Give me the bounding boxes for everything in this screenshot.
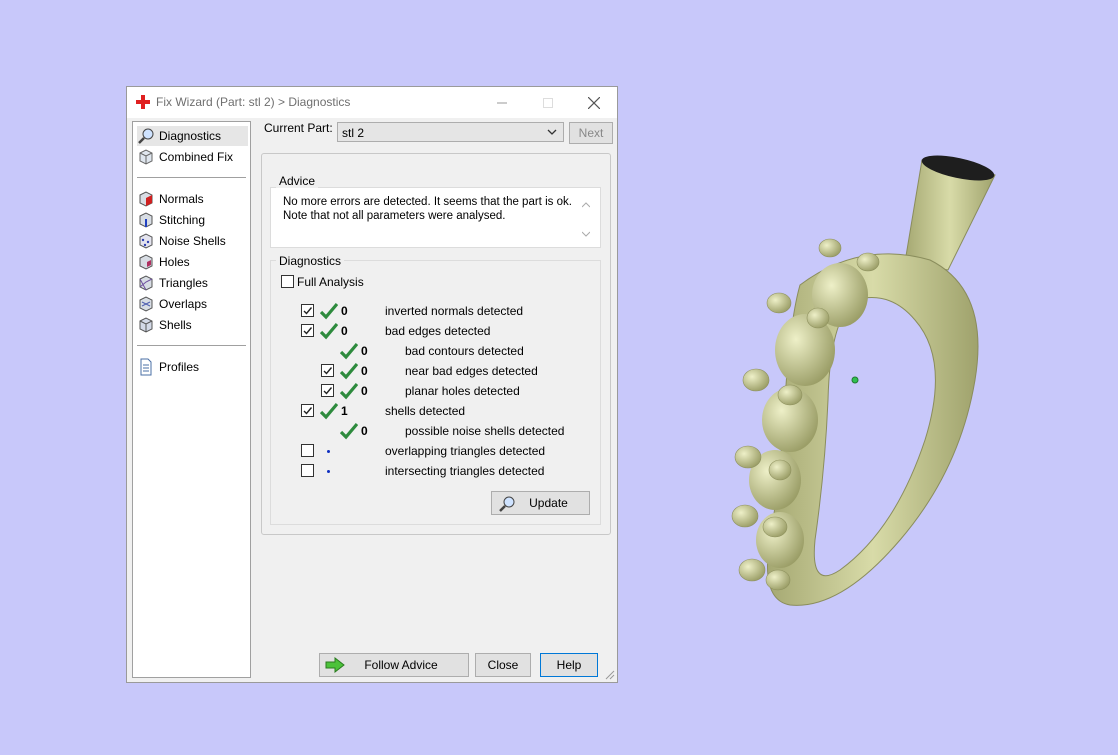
red-cross-icon [136,95,150,109]
shells-cube-icon [139,317,153,333]
success-check-icon [340,362,358,380]
scroll-down-icon[interactable] [582,231,590,237]
pivot-point [851,376,859,384]
checkmark-icon [303,327,313,335]
success-check-icon [340,342,358,360]
noise-shells-label: possible noise shells detected [405,424,565,438]
chevron-down-icon [547,129,557,135]
bad-contours-label: bad contours detected [405,344,524,358]
not-checked-dot-icon [327,450,330,453]
nav-item-triangles[interactable]: Triangles [137,273,208,293]
advice-text: No more errors are detected. It seems th… [283,196,572,222]
not-checked-dot-icon [327,470,330,473]
advice-textbox[interactable]: No more errors are detected. It seems th… [271,188,600,247]
nav-divider [137,345,246,346]
checkmark-icon [303,407,313,415]
nav-item-diagnostics[interactable]: Diagnostics [137,126,248,146]
inverted-normals-label: inverted normals detected [385,304,524,318]
current-part-label: Current Part: [264,121,333,135]
shells-checkbox[interactable] [301,404,314,417]
near-bad-edges-checkbox[interactable] [321,364,334,377]
resize-grip-icon[interactable] [605,670,615,680]
follow-advice-button[interactable]: Follow Advice [319,653,469,677]
success-check-icon [320,402,338,420]
magnifier-icon [138,128,154,144]
maximize-button[interactable] [525,87,571,118]
help-button[interactable]: Help [540,653,598,677]
intersecting-triangles-label: intersecting triangles detected [385,464,545,478]
nav-item-noise-shells[interactable]: Noise Shells [137,231,226,251]
planar-holes-label: planar holes detected [405,384,520,398]
next-button[interactable]: Next [569,122,613,144]
bad-edges-checkbox[interactable] [301,324,314,337]
diagnostics-title: Diagnostics [276,254,345,268]
checkmark-icon [303,307,313,315]
magnifier-icon [499,496,515,512]
checkmark-icon [323,387,333,395]
minimize-button[interactable] [479,87,525,118]
bad-edges-label: bad edges detected [385,324,491,338]
bad-edges-count: 0 [341,324,348,338]
near-bad-edges-label: near bad edges detected [405,364,538,378]
success-check-icon [320,302,338,320]
scroll-up-icon[interactable] [582,202,590,208]
full-analysis-checkbox[interactable] [281,275,294,288]
shells-label: shells detected [385,404,466,418]
noise-shells-count: 0 [361,424,368,438]
bad-contours-count: 0 [361,344,368,358]
noise-shells-icon [139,233,153,249]
inverted-normals-count: 0 [341,304,348,318]
holes-cube-icon [139,254,153,270]
triangles-cube-icon [139,275,153,291]
arrow-right-icon [325,657,345,673]
overlapping-triangles-checkbox[interactable] [301,444,314,457]
near-bad-edges-count: 0 [361,364,368,378]
overlaps-cube-icon [139,296,153,312]
nav-divider [137,177,246,178]
close-button[interactable]: Close [475,653,531,677]
overlapping-triangles-label: overlapping triangles detected [385,444,546,458]
success-check-icon [320,322,338,340]
planar-holes-checkbox[interactable] [321,384,334,397]
nav-item-normals[interactable]: Normals [137,189,204,209]
wizard-nav: Diagnostics Combined Fix Normals Stitchi… [132,121,251,678]
window-title: Fix Wizard (Part: stl 2) > Diagnostics [156,95,351,109]
maximize-icon [543,97,553,108]
current-part-select[interactable]: stl 2 [337,122,564,142]
close-window-button[interactable] [571,87,617,118]
shells-count: 1 [341,404,348,418]
full-analysis-label: Full Analysis [297,275,364,289]
nav-item-shells[interactable]: Shells [137,315,192,335]
minimize-icon [497,102,507,103]
cube-icon [139,149,153,165]
nav-item-holes[interactable]: Holes [137,252,190,272]
success-check-icon [340,422,358,440]
inverted-normals-checkbox[interactable] [301,304,314,317]
success-check-icon [340,382,358,400]
nav-item-profiles[interactable]: Profiles [137,357,199,377]
document-icon [140,358,152,376]
update-button[interactable]: Update [491,491,590,515]
close-icon [588,96,600,109]
advice-title: Advice [276,174,319,188]
stitching-cube-icon [139,212,153,228]
planar-holes-count: 0 [361,384,368,398]
title-bar: Fix Wizard (Part: stl 2) > Diagnostics [127,87,617,118]
nav-item-stitching[interactable]: Stitching [137,210,205,230]
normals-cube-icon [139,191,153,207]
nav-item-overlaps[interactable]: Overlaps [137,294,207,314]
fix-wizard-dialog: Fix Wizard (Part: stl 2) > Diagnostics D… [126,86,618,683]
intersecting-triangles-checkbox[interactable] [301,464,314,477]
nav-item-combined-fix[interactable]: Combined Fix [137,147,233,167]
checkmark-icon [323,367,333,375]
